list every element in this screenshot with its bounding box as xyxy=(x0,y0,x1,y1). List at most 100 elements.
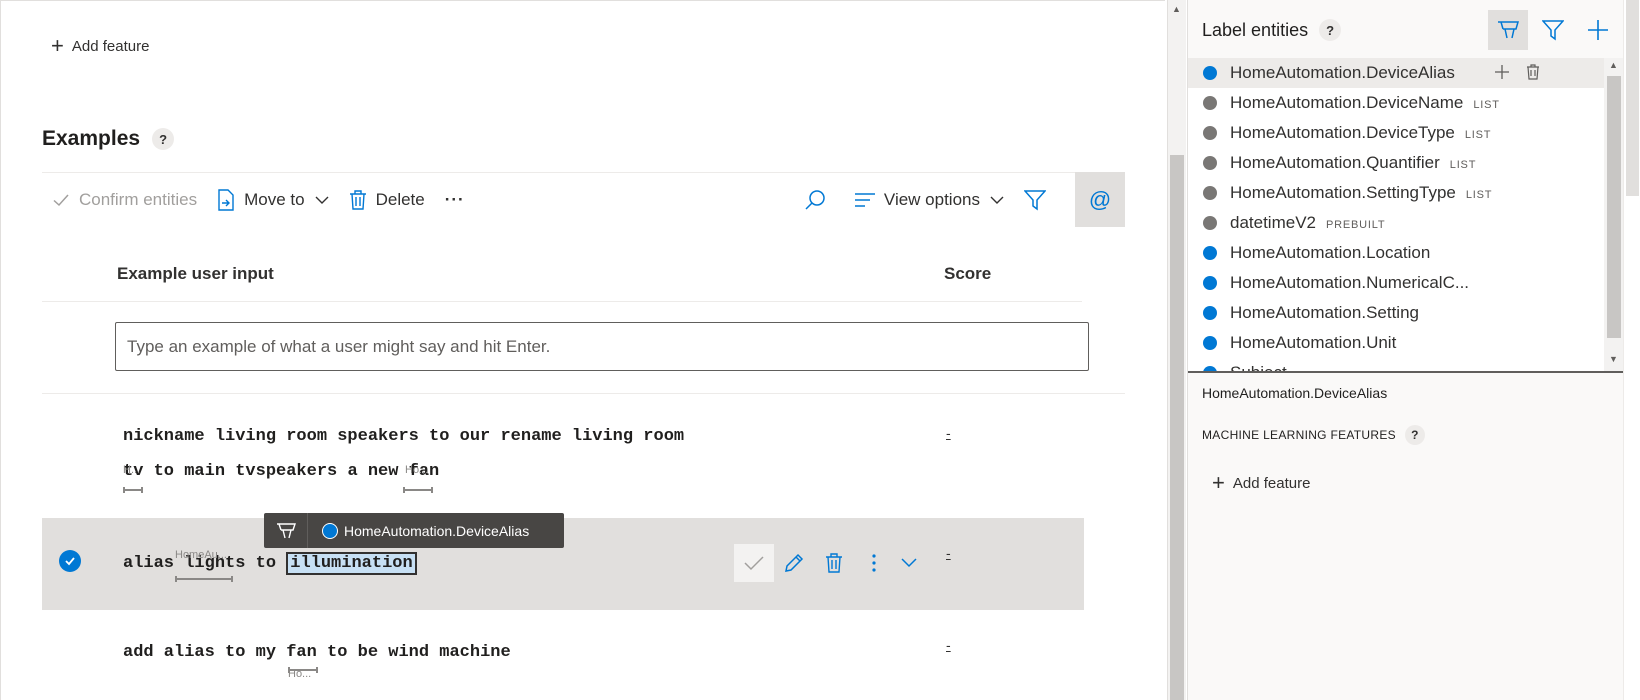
entity-tooltip: HomeAutomation.DeviceAlias xyxy=(264,513,564,548)
entity-type-tag: LIST xyxy=(1464,128,1492,141)
add-entity-button[interactable] xyxy=(1578,10,1618,50)
utterance-line: add alias to my fan to be wind machine xyxy=(123,643,511,662)
filter-entities-button[interactable] xyxy=(1533,10,1573,50)
view-options-button[interactable]: View options xyxy=(845,173,1014,226)
scroll-down-icon[interactable]: ▼ xyxy=(1609,354,1618,364)
row-checkbox[interactable] xyxy=(59,550,81,572)
row-actions xyxy=(734,544,924,582)
move-to-label: Move to xyxy=(244,189,305,209)
column-example-input[interactable]: Example user input xyxy=(117,264,274,284)
column-score[interactable]: Score xyxy=(944,264,991,284)
entity-color-dot xyxy=(1203,186,1217,200)
entity-type-tag: PREBUILT xyxy=(1326,218,1386,231)
entity-color-dot xyxy=(1203,96,1217,110)
checkmark-icon xyxy=(744,556,764,571)
scrollbar-thumb[interactable] xyxy=(1626,0,1639,196)
examples-scrollbar[interactable]: ▲ xyxy=(1167,0,1186,700)
entity-name: HomeAutomation.DeviceType xyxy=(1230,123,1455,142)
search-button[interactable] xyxy=(794,173,845,226)
entity-list-item[interactable]: HomeAutomation.NumericalC... xyxy=(1188,268,1604,298)
scroll-up-icon[interactable]: ▲ xyxy=(1609,60,1618,70)
move-to-button[interactable]: Move to xyxy=(207,173,338,226)
entity-underline xyxy=(175,574,233,582)
delete-button[interactable]: Delete xyxy=(339,173,435,226)
entity-color-dot xyxy=(1203,156,1217,170)
scrollbar-thumb[interactable] xyxy=(1607,76,1621,338)
panel-actions xyxy=(1488,10,1623,50)
plus-icon: + xyxy=(1212,470,1225,495)
entity-name: HomeAutomation.DeviceAlias xyxy=(1230,63,1455,82)
utterance-text: to xyxy=(245,554,287,573)
entity-name: HomeAutomation.Unit xyxy=(1230,333,1397,352)
entity-list-item[interactable]: HomeAutomation.DeviceType LIST xyxy=(1188,118,1604,148)
example-input[interactable] xyxy=(115,322,1089,371)
row-more-button[interactable] xyxy=(854,544,894,582)
help-icon[interactable]: ? xyxy=(152,128,175,150)
more-options-button[interactable]: ··· xyxy=(435,173,475,226)
table-row[interactable]: add alias to my fan to be wind machine H… xyxy=(42,613,1125,700)
score-value[interactable]: - xyxy=(946,637,951,653)
filter-icon xyxy=(1024,189,1046,210)
examples-pane: + Add feature Examples ? Confirm entitie… xyxy=(0,0,1165,700)
help-icon[interactable]: ? xyxy=(1319,19,1342,41)
scrollbar-thumb[interactable] xyxy=(1170,155,1184,700)
entity-list-item[interactable]: HomeAutomation.DeviceName LIST xyxy=(1188,88,1604,118)
utterance-text: add alias to my xyxy=(123,643,287,662)
entity-name: HomeAutomation.NumericalC... xyxy=(1230,273,1470,292)
score-value[interactable]: - xyxy=(946,425,951,441)
entity-mention-toggle[interactable]: @ xyxy=(1075,172,1125,227)
add-feature-button[interactable]: + Add feature xyxy=(51,35,149,57)
confirm-row-button[interactable] xyxy=(734,544,774,582)
entity-color-dot xyxy=(1203,336,1217,350)
entity-name: HomeAutomation.Location xyxy=(1230,243,1431,262)
entity-list-item[interactable]: HomeAutomation.DeviceAlias xyxy=(1188,58,1604,88)
entity-item-actions xyxy=(1494,64,1556,85)
add-feature-button[interactable]: + Add feature xyxy=(1212,472,1310,494)
ml-features-label: MACHINE LEARNING FEATURES xyxy=(1202,428,1396,442)
table-row[interactable]: nickname living room speakers to our ren… xyxy=(42,405,1125,517)
filter-button[interactable] xyxy=(1014,173,1065,226)
entity-palette-icon[interactable] xyxy=(264,513,308,548)
plus-icon xyxy=(1588,20,1608,40)
edit-row-button[interactable] xyxy=(774,544,814,582)
help-icon[interactable]: ? xyxy=(1404,425,1425,445)
add-child-icon[interactable] xyxy=(1494,64,1510,85)
examples-toolbar: Confirm entities Move to Delete ··· View… xyxy=(42,172,1125,227)
delete-row-button[interactable] xyxy=(814,544,854,582)
tooltip-entity-name: HomeAutomation.DeviceAlias xyxy=(344,522,530,539)
score-value[interactable]: - xyxy=(946,545,951,561)
ml-features-heading: MACHINE LEARNING FEATURES ? xyxy=(1202,425,1425,445)
confirm-entities-button[interactable]: Confirm entities xyxy=(42,173,207,226)
new-example-row xyxy=(42,303,1125,394)
entity-list-item[interactable]: HomeAutomation.SettingType LIST xyxy=(1188,178,1604,208)
entity-type-tag: LIST xyxy=(1473,98,1500,111)
label-entities-panel: Label entities ? HomeAutomation.DeviceAl… xyxy=(1187,0,1624,700)
entity-token[interactable]: fan xyxy=(286,643,317,662)
at-icon: @ xyxy=(1088,186,1112,212)
entity-list-item[interactable]: Subject xyxy=(1188,358,1604,371)
chevron-down-icon xyxy=(315,196,329,204)
trash-icon[interactable] xyxy=(1526,64,1540,85)
entity-token-selected[interactable]: illumination xyxy=(286,552,417,575)
page-scrollbar[interactable] xyxy=(1623,0,1640,700)
checkmark-icon xyxy=(65,557,75,566)
entity-list-item[interactable]: HomeAutomation.Location xyxy=(1188,238,1604,268)
divider[interactable] xyxy=(1188,371,1624,373)
examples-heading: Examples ? xyxy=(42,127,175,151)
entity-list-item[interactable]: HomeAutomation.Unit xyxy=(1188,328,1604,358)
examples-title: Examples xyxy=(42,127,141,150)
entity-color-dot xyxy=(1203,246,1217,260)
view-list-icon xyxy=(854,192,875,207)
chevron-down-icon xyxy=(901,558,917,568)
entity-list-item[interactable]: datetimeV2 PREBUILT xyxy=(1188,208,1604,238)
expand-row-button[interactable] xyxy=(894,544,924,582)
entity-list-scrollbar[interactable]: ▲ ▼ xyxy=(1604,58,1624,371)
entity-list-item[interactable]: HomeAutomation.Quantifier LIST xyxy=(1188,148,1604,178)
move-document-icon xyxy=(218,188,234,211)
scroll-up-icon[interactable]: ▲ xyxy=(1172,4,1181,14)
entity-color-dot xyxy=(1203,216,1217,230)
more-vertical-icon xyxy=(872,554,876,572)
entity-color-dot xyxy=(1203,126,1217,140)
entity-palette-button[interactable] xyxy=(1488,10,1528,50)
entity-list-item[interactable]: HomeAutomation.Setting xyxy=(1188,298,1604,328)
